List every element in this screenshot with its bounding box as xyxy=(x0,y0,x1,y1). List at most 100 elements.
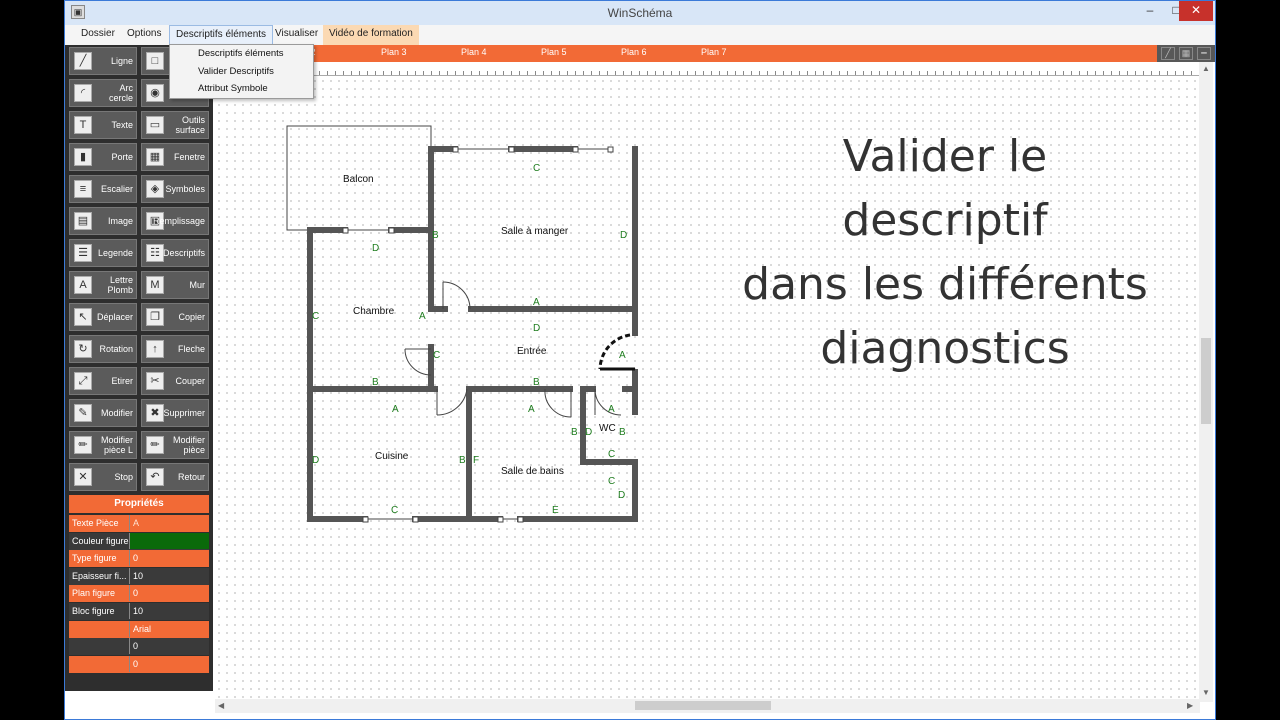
property-row[interactable]: Plan figure 0 xyxy=(69,585,209,603)
tool-button[interactable]: ✕ Stop xyxy=(69,463,137,491)
tab-plan-5[interactable]: Plan 5 xyxy=(541,47,567,57)
property-row[interactable]: 0 xyxy=(69,655,209,673)
line-tool-icon[interactable]: ━ xyxy=(1197,47,1211,60)
room-salle-a-manger[interactable]: Salle à manger xyxy=(501,226,568,237)
menu-item-descriptifs-elements[interactable]: Descriptifs éléments xyxy=(198,48,284,59)
wall-letter[interactable]: C xyxy=(608,476,615,487)
diagonal-line-icon[interactable]: ╱ xyxy=(1161,47,1175,60)
minimize-button[interactable]: – xyxy=(1137,1,1163,21)
property-row[interactable]: Bloc figure 10 xyxy=(69,603,209,620)
menu-item-valider-descriptifs[interactable]: Valider Descriptifs xyxy=(198,66,274,77)
wall-letter[interactable]: C xyxy=(312,311,319,322)
property-value[interactable]: Arial xyxy=(129,620,209,637)
property-row[interactable]: Couleur figure xyxy=(69,532,209,550)
menu-video-formation[interactable]: Vidéo de formation xyxy=(323,25,419,45)
tool-button[interactable]: ▮ Porte xyxy=(69,143,137,171)
tab-plan-3[interactable]: Plan 3 xyxy=(381,47,407,57)
tool-button[interactable]: ⤢ Etirer xyxy=(69,367,137,395)
tool-button[interactable]: ✖ Supprimer xyxy=(141,399,209,427)
wall-letter[interactable]: B xyxy=(372,377,379,388)
wall-letter[interactable]: D xyxy=(312,455,319,466)
property-value[interactable]: 0 xyxy=(129,638,209,655)
menu-visualiser[interactable]: Visualiser xyxy=(269,25,324,45)
wall-letter[interactable]: F xyxy=(473,455,479,466)
room-balcon[interactable]: Balcon xyxy=(343,174,374,185)
wall-letter[interactable]: C xyxy=(391,505,398,516)
tool-button[interactable]: ▦ Fenetre xyxy=(141,143,209,171)
tool-button[interactable]: ↑ Fleche xyxy=(141,335,209,363)
scroll-left-icon[interactable]: ◀ xyxy=(218,701,224,710)
wall-letter[interactable]: D xyxy=(533,323,540,334)
wall-letter[interactable]: B xyxy=(459,455,466,466)
wall-letter[interactable]: B xyxy=(432,230,439,241)
tab-plan-4[interactable]: Plan 4 xyxy=(461,47,487,57)
tool-button[interactable]: ≡ Escalier xyxy=(69,175,137,203)
wall-letter[interactable]: A xyxy=(528,404,535,415)
tool-button[interactable]: ◜ Arc cercle xyxy=(69,79,137,107)
grid-icon[interactable]: ▦ xyxy=(1179,47,1193,60)
close-button[interactable]: ✕ xyxy=(1179,1,1213,21)
wall-letter[interactable]: A xyxy=(533,297,540,308)
menu-item-attribut-symbole[interactable]: Attribut Symbole xyxy=(198,83,268,94)
tool-button[interactable]: ☷ Descriptifs xyxy=(141,239,209,267)
property-row[interactable]: Arial xyxy=(69,620,209,638)
wall-letter[interactable]: B xyxy=(619,427,626,438)
menu-descriptifs[interactable]: Descriptifs éléments xyxy=(169,25,274,45)
menu-options[interactable]: Options xyxy=(121,25,167,45)
drawing-canvas[interactable]: Balcon Salle à manger Chambre Entrée Cui… xyxy=(215,77,1200,699)
wall-letter[interactable]: E xyxy=(552,505,559,516)
tool-button[interactable]: ▤ Image xyxy=(69,207,137,235)
tool-button[interactable]: T Texte xyxy=(69,111,137,139)
tool-button[interactable]: ✏ Modifier pièce xyxy=(141,431,209,459)
wall-letter[interactable]: B xyxy=(533,377,540,388)
tool-button[interactable]: ╱ Ligne xyxy=(69,47,137,75)
tab-plan-7[interactable]: Plan 7 xyxy=(701,47,727,57)
tool-button[interactable]: ✏ Modifier pièce L xyxy=(69,431,137,459)
wall-letter[interactable]: D xyxy=(372,243,379,254)
tool-button[interactable]: ✎ Modifier xyxy=(69,399,137,427)
vertical-scrollbar[interactable]: ▲ ▼ xyxy=(1199,62,1213,702)
tool-button[interactable]: ◈ Symboles xyxy=(141,175,209,203)
scroll-up-icon[interactable]: ▲ xyxy=(1202,64,1210,73)
tab-plan-6[interactable]: Plan 6 xyxy=(621,47,647,57)
wall-letter[interactable]: B xyxy=(571,427,578,438)
room-entree[interactable]: Entrée xyxy=(517,346,546,357)
scroll-down-icon[interactable]: ▼ xyxy=(1202,688,1210,697)
tool-button[interactable]: ▭ Outils surface xyxy=(141,111,209,139)
wall-letter[interactable]: D xyxy=(620,230,627,241)
wall-letter[interactable]: D xyxy=(618,490,625,501)
wall-letter[interactable]: A xyxy=(608,404,615,415)
vertical-scroll-thumb[interactable] xyxy=(1201,338,1211,424)
tool-button[interactable]: ▣ Remplissage xyxy=(141,207,209,235)
property-row[interactable]: Texte Pièce A xyxy=(69,515,209,532)
property-value[interactable]: 10 xyxy=(129,567,209,584)
room-salle-de-bains[interactable]: Salle de bains xyxy=(501,466,564,477)
tool-button[interactable]: ↻ Rotation xyxy=(69,335,137,363)
wall-letter[interactable]: C xyxy=(433,350,440,361)
tool-button[interactable]: ✂ Couper xyxy=(141,367,209,395)
tool-button[interactable]: ❐ Copier xyxy=(141,303,209,331)
room-cuisine[interactable]: Cuisine xyxy=(375,451,408,462)
wall-letter[interactable]: A xyxy=(419,311,426,322)
property-value[interactable]: 10 xyxy=(129,603,209,619)
wall-letter[interactable]: A xyxy=(392,404,399,415)
property-value[interactable]: 0 xyxy=(129,655,209,672)
tool-button[interactable]: ☰ Legende xyxy=(69,239,137,267)
wall-letter[interactable]: D xyxy=(585,427,592,438)
horizontal-scrollbar[interactable]: ◀ ▶ xyxy=(215,699,1200,713)
tool-button[interactable]: A Lettre Plomb xyxy=(69,271,137,299)
tool-button[interactable]: ↖ Déplacer xyxy=(69,303,137,331)
scroll-right-icon[interactable]: ▶ xyxy=(1187,701,1193,710)
menu-dossier[interactable]: Dossier xyxy=(75,25,121,45)
property-value[interactable]: 0 xyxy=(129,550,209,567)
property-row[interactable]: 0 xyxy=(69,638,209,656)
property-value[interactable]: 0 xyxy=(129,585,209,602)
property-value[interactable]: A xyxy=(129,515,209,531)
wall-letter[interactable]: A xyxy=(619,350,626,361)
horizontal-scroll-thumb[interactable] xyxy=(635,701,771,710)
room-wc[interactable]: WC xyxy=(599,423,616,434)
property-row[interactable]: Type figure 0 xyxy=(69,550,209,568)
tool-button[interactable]: ↶ Retour xyxy=(141,463,209,491)
wall-letter[interactable]: C xyxy=(608,449,615,460)
room-chambre[interactable]: Chambre xyxy=(353,306,394,317)
